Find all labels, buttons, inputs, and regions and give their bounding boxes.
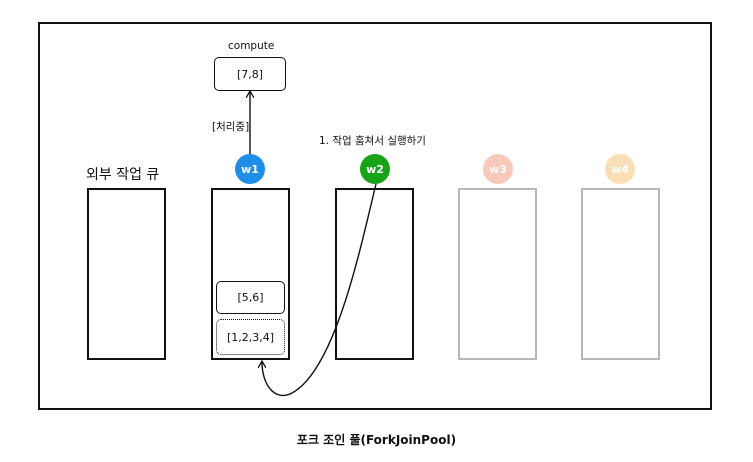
arrows-layer [0, 0, 377, 396]
steal-arrow [262, 183, 377, 396]
diagram-caption: 포크 조인 풀(ForkJoinPool) [296, 433, 457, 447]
